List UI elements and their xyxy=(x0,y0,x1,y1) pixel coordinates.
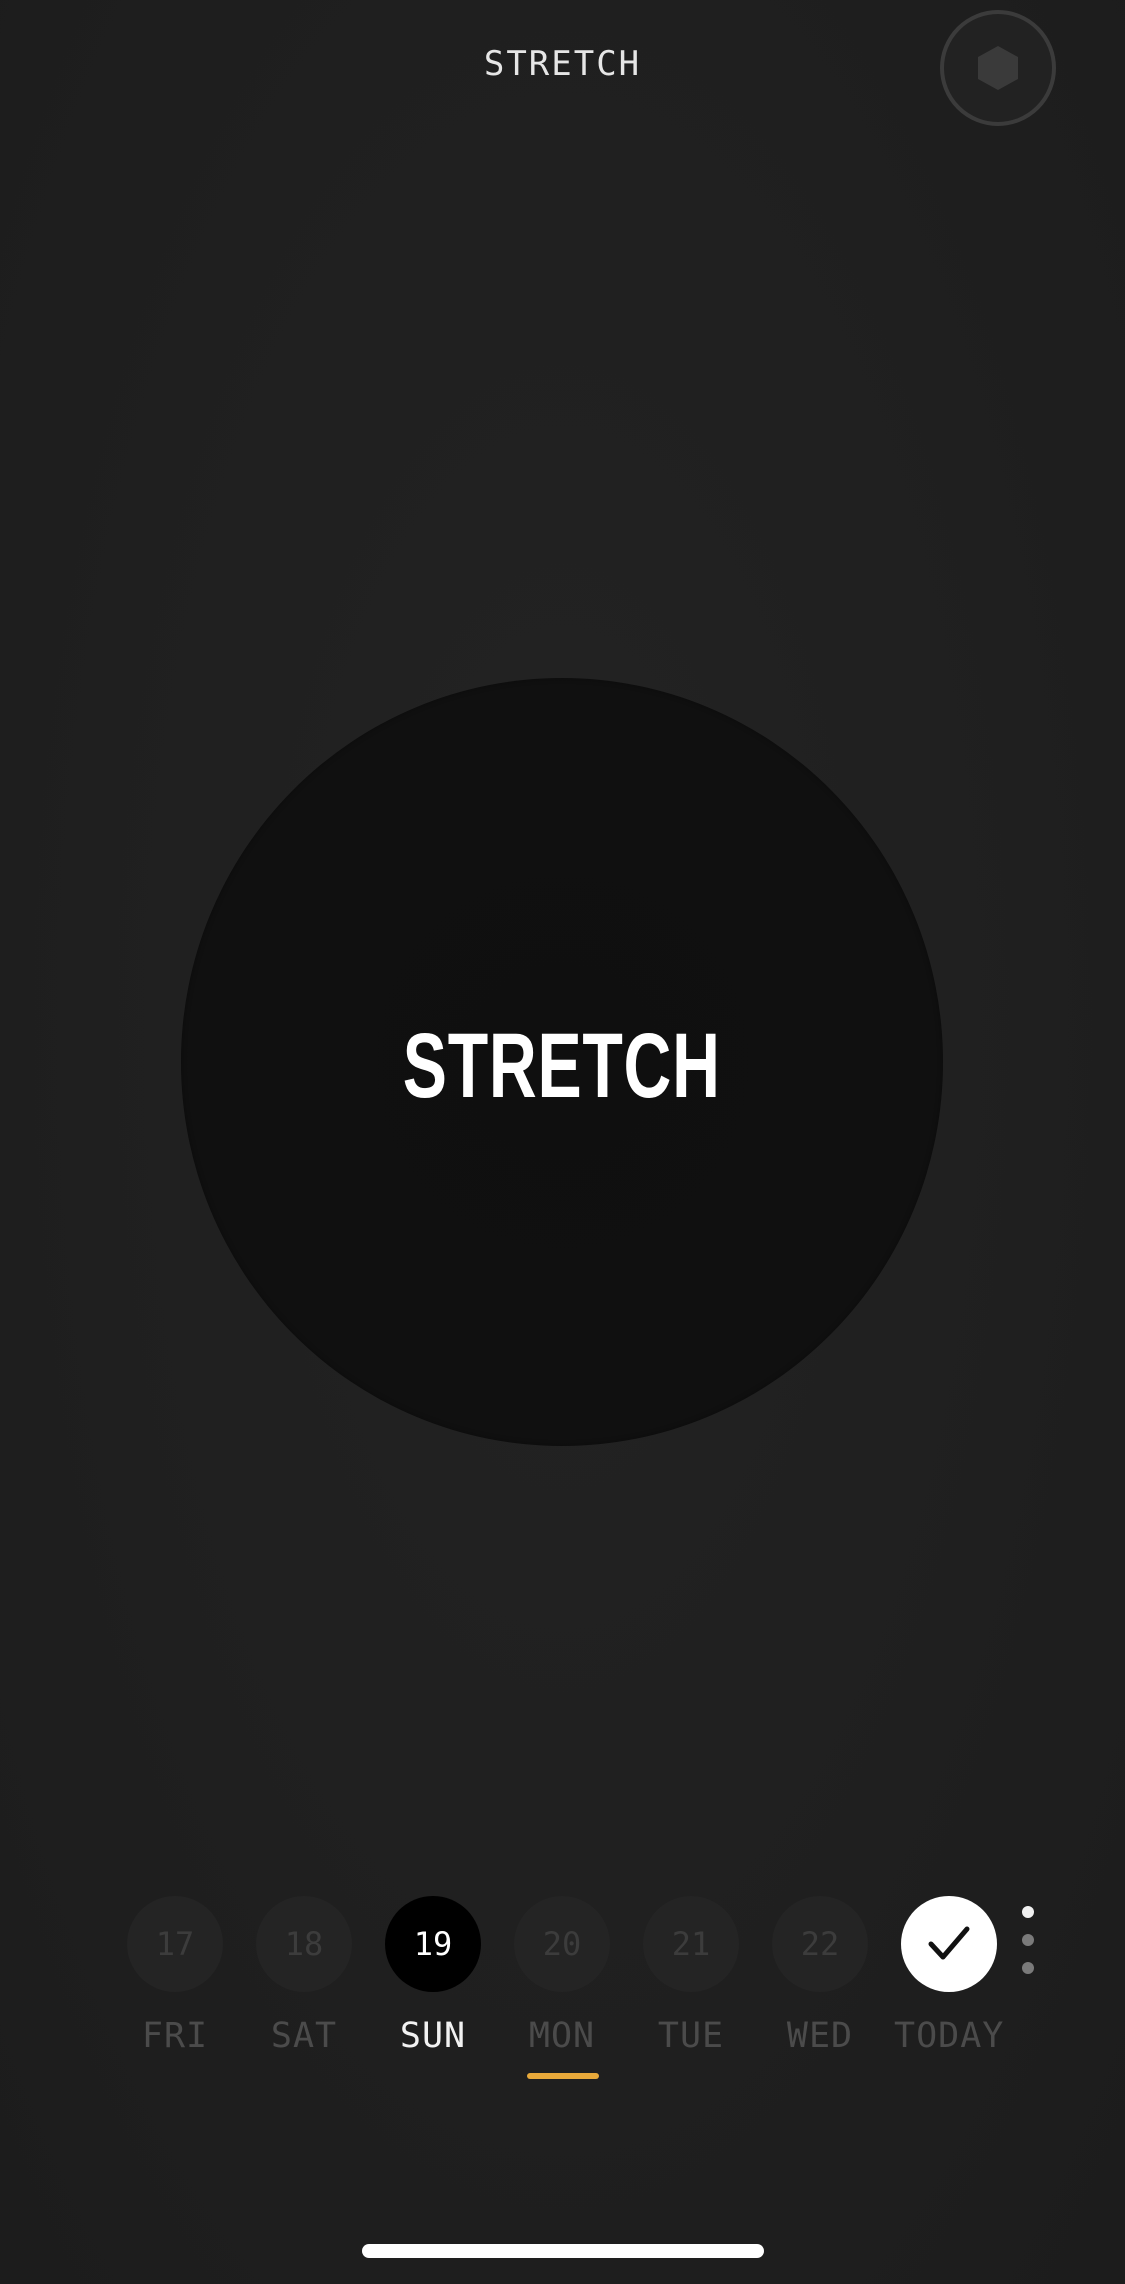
day-label: WED xyxy=(786,2016,854,2056)
day-item-mon[interactable]: 20 MON xyxy=(507,1896,617,2056)
day-item-fri[interactable]: 17 FRI xyxy=(120,1896,230,2056)
today-circle xyxy=(901,1896,997,1992)
day-item-today[interactable]: TODAY xyxy=(894,1896,1004,2056)
badge-button[interactable] xyxy=(940,10,1056,126)
home-indicator[interactable] xyxy=(362,2244,764,2258)
checkmark-icon xyxy=(928,1926,970,1960)
day-label: MON xyxy=(528,2016,596,2056)
menu-dot xyxy=(1022,1934,1034,1946)
session-label: STRETCH xyxy=(403,1014,721,1117)
day-number: 18 xyxy=(256,1896,352,1992)
menu-dot xyxy=(1022,1962,1034,1974)
day-label: SAT xyxy=(270,2016,338,2056)
start-session-button[interactable]: STRETCH xyxy=(181,678,943,1446)
day-label: FRI xyxy=(141,2016,209,2056)
day-label: TODAY xyxy=(894,2016,1005,2056)
day-label: SUN xyxy=(399,2016,467,2056)
vertical-dots-icon[interactable] xyxy=(1018,1904,1038,1984)
day-number: 19 xyxy=(385,1896,481,1992)
day-selector: 17 FRI 18 SAT 19 SUN 20 MON 21 TUE 22 WE… xyxy=(0,1896,1125,2096)
day-item-sun[interactable]: 19 SUN xyxy=(378,1896,488,2056)
day-number: 20 xyxy=(514,1896,610,1992)
day-indicator-underline xyxy=(527,2073,599,2079)
hexagon-icon xyxy=(978,46,1018,90)
day-number: 22 xyxy=(772,1896,868,1992)
day-number: 21 xyxy=(643,1896,739,1992)
menu-dot xyxy=(1022,1906,1034,1918)
day-number: 17 xyxy=(127,1896,223,1992)
day-item-sat[interactable]: 18 SAT xyxy=(249,1896,359,2056)
day-item-tue[interactable]: 21 TUE xyxy=(636,1896,746,2056)
day-item-wed[interactable]: 22 WED xyxy=(765,1896,875,2056)
day-label: TUE xyxy=(657,2016,725,2056)
